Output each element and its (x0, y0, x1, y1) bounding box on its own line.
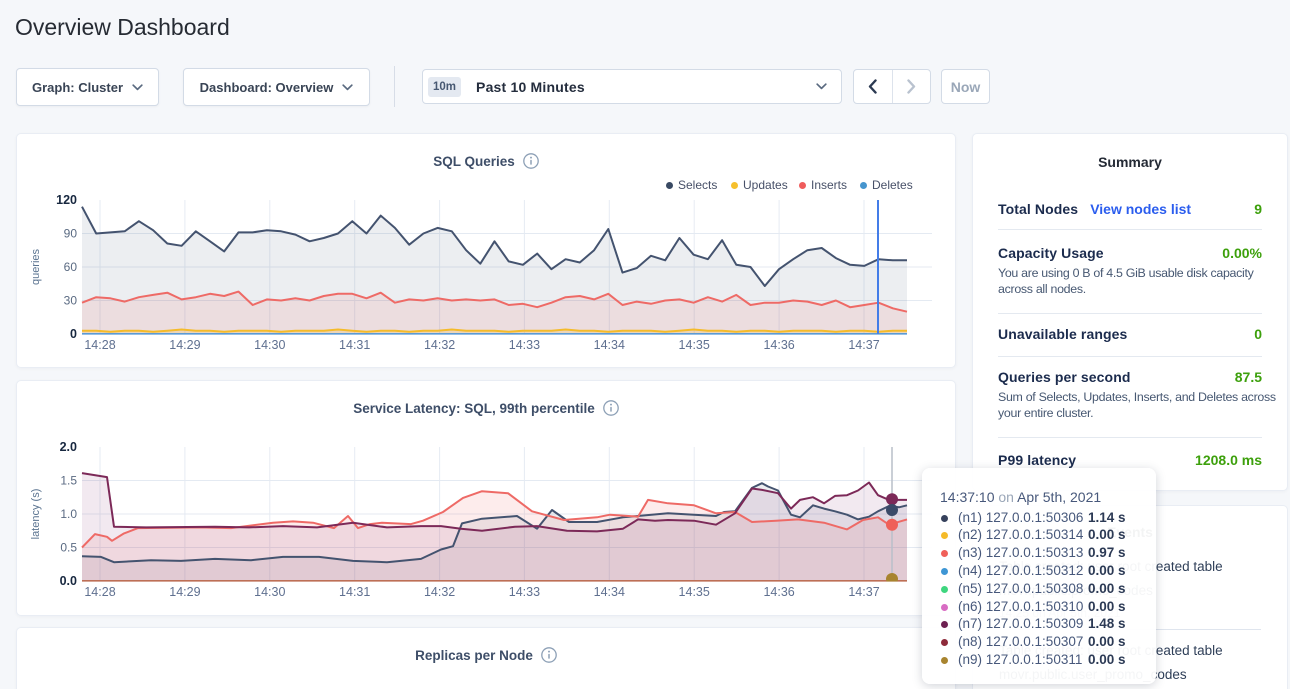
svg-text:30: 30 (64, 294, 78, 308)
svg-text:14:32: 14:32 (424, 338, 455, 352)
svg-text:90: 90 (64, 227, 78, 241)
svg-text:14:37: 14:37 (848, 585, 879, 599)
svg-text:14:35: 14:35 (679, 585, 710, 599)
svg-text:14:28: 14:28 (84, 338, 115, 352)
svg-text:14:33: 14:33 (509, 585, 540, 599)
svg-text:14:34: 14:34 (594, 585, 625, 599)
svg-text:1.5: 1.5 (60, 474, 77, 488)
svg-text:14:31: 14:31 (339, 585, 370, 599)
svg-text:14:28: 14:28 (84, 585, 115, 599)
svg-text:0.0: 0.0 (60, 574, 77, 588)
svg-text:14:36: 14:36 (763, 338, 794, 352)
svg-text:14:33: 14:33 (509, 338, 540, 352)
svg-text:14:37: 14:37 (848, 338, 879, 352)
svg-text:14:32: 14:32 (424, 585, 455, 599)
svg-text:2.0: 2.0 (60, 440, 77, 454)
svg-text:14:31: 14:31 (339, 338, 370, 352)
svg-text:14:30: 14:30 (254, 338, 285, 352)
svg-text:60: 60 (64, 260, 78, 274)
svg-text:14:29: 14:29 (169, 338, 200, 352)
svg-text:14:35: 14:35 (679, 338, 710, 352)
svg-text:14:34: 14:34 (594, 338, 625, 352)
svg-text:14:30: 14:30 (254, 585, 285, 599)
svg-text:latency (s): latency (s) (30, 489, 42, 540)
svg-text:0.5: 0.5 (60, 541, 77, 555)
svg-text:120: 120 (56, 193, 77, 207)
svg-text:1.0: 1.0 (60, 507, 77, 521)
svg-text:14:36: 14:36 (763, 585, 794, 599)
svg-text:queries: queries (30, 248, 42, 285)
svg-text:0: 0 (70, 327, 77, 341)
svg-text:14:29: 14:29 (169, 585, 200, 599)
